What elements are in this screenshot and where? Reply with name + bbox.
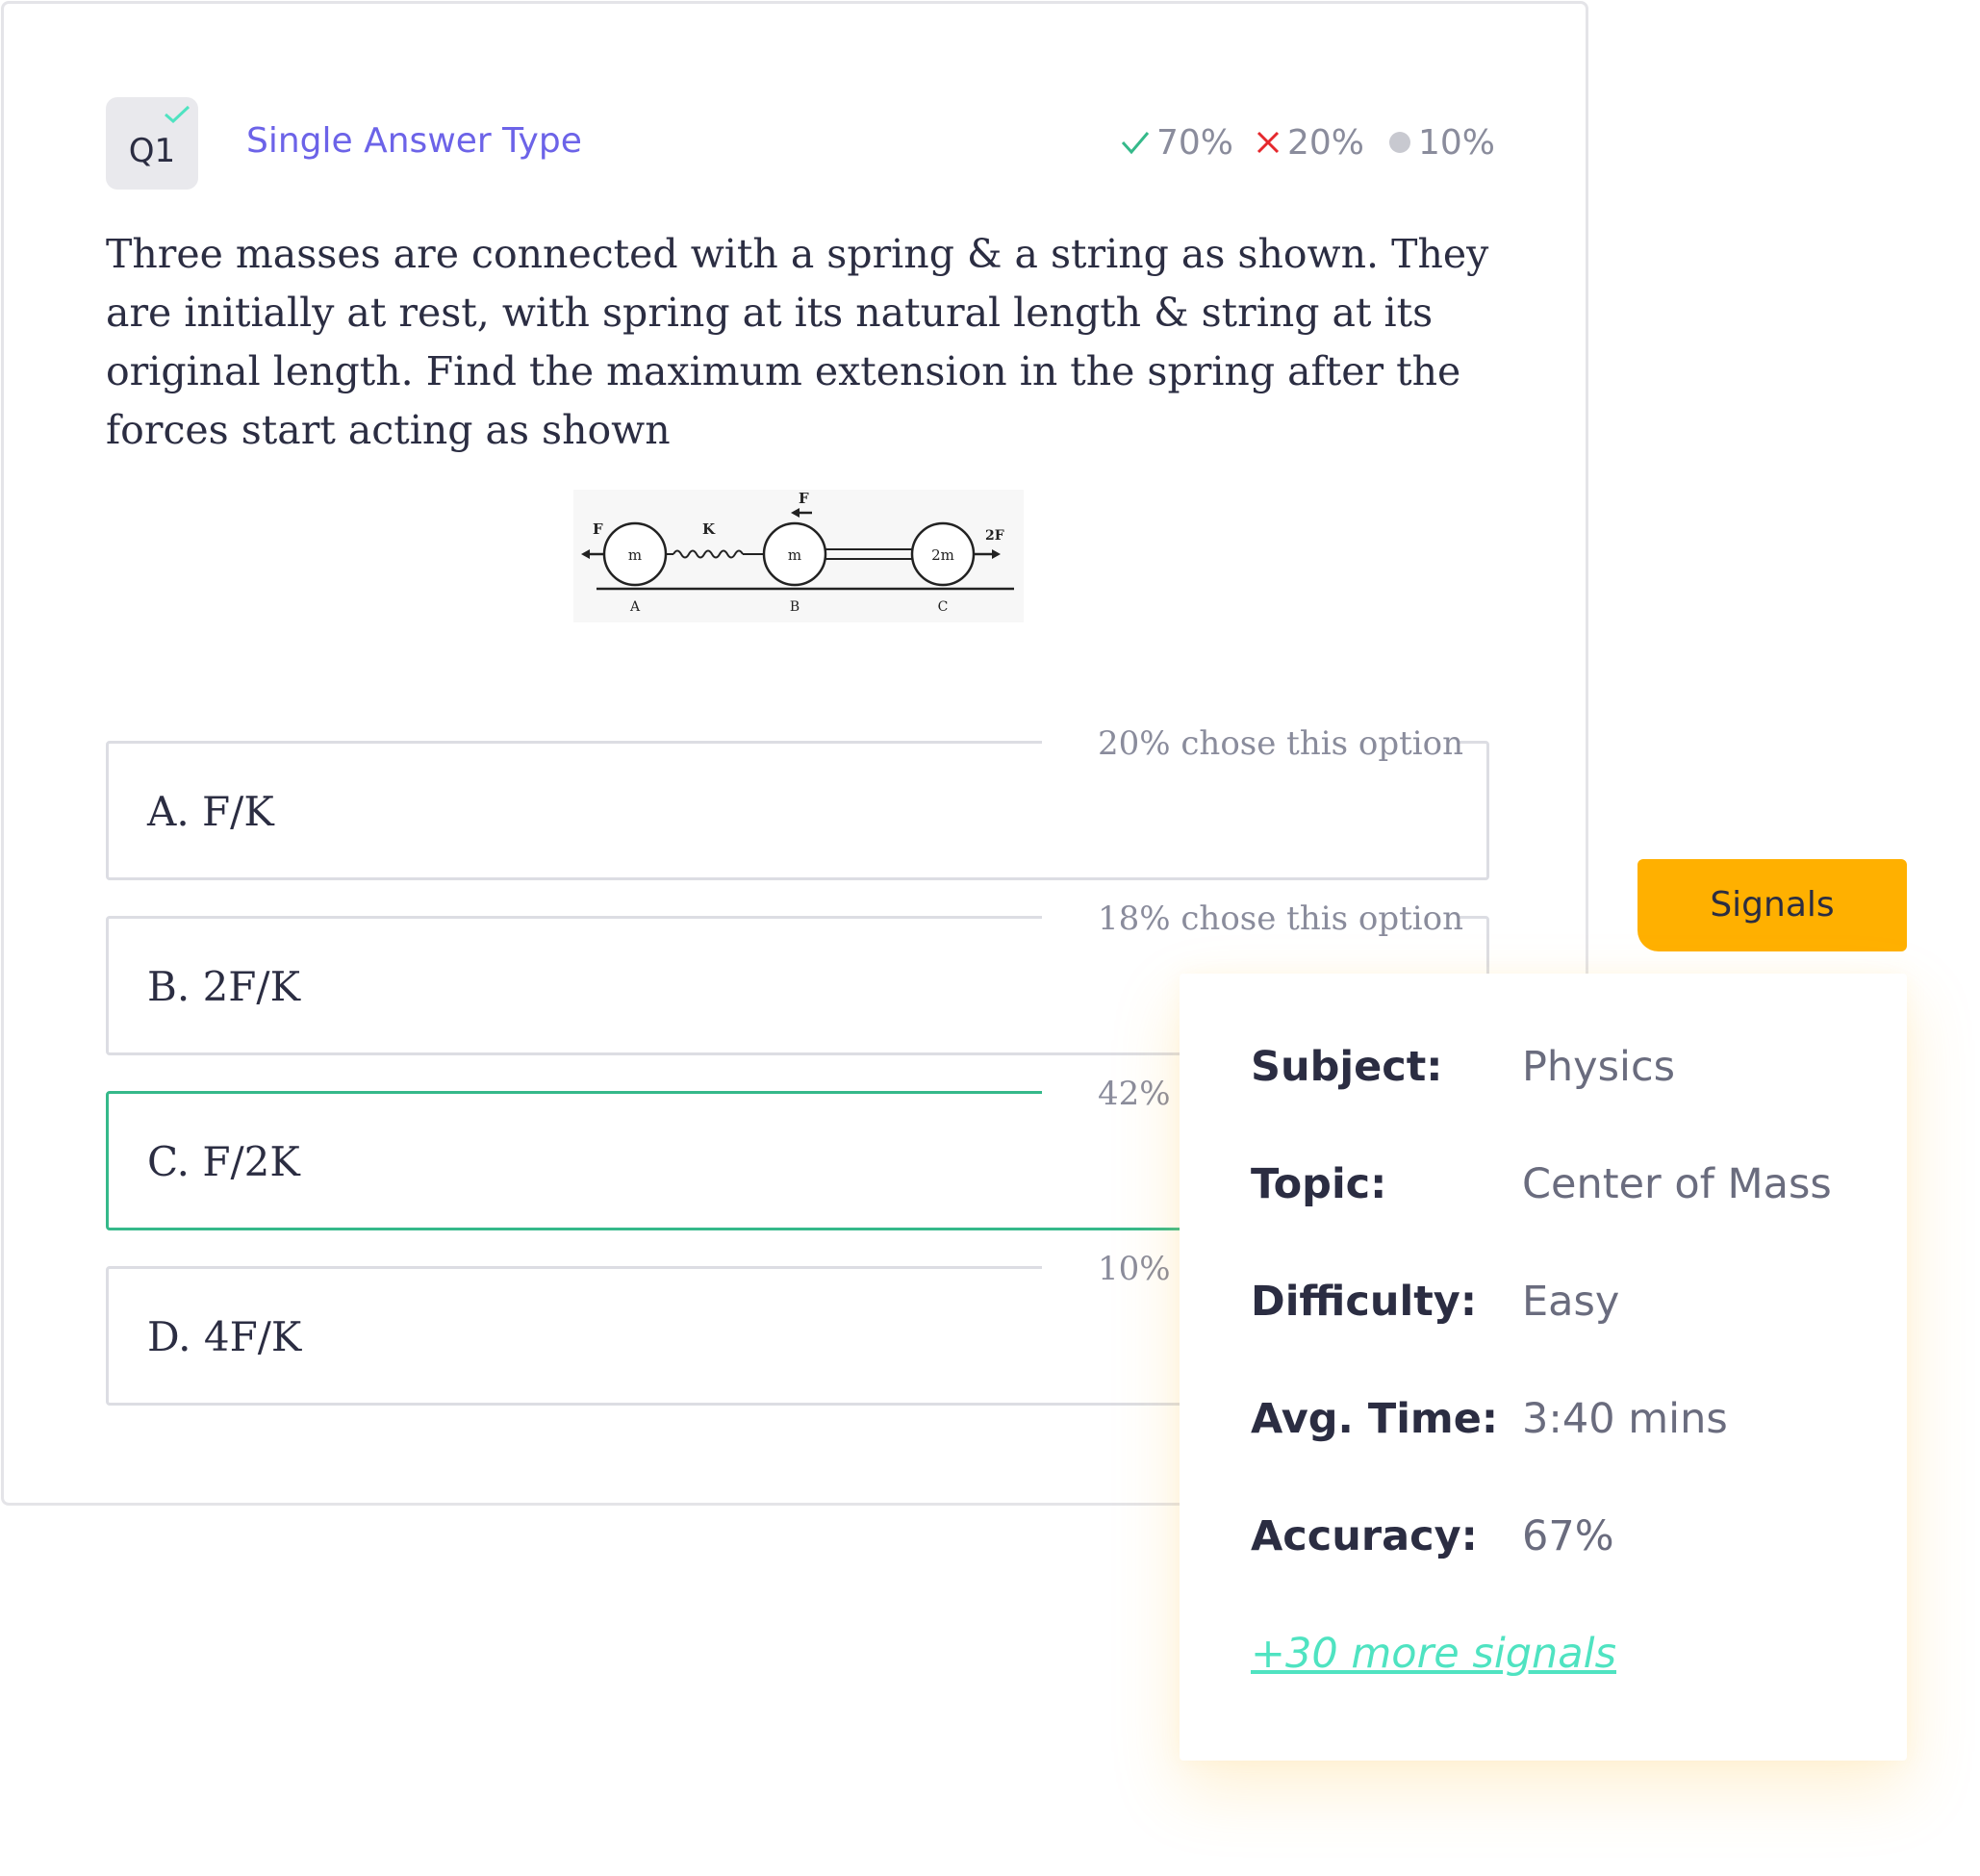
signal-value: Physics <box>1522 1043 1676 1091</box>
correct-stat: 70% <box>1120 119 1233 165</box>
signal-value: 3:40 mins <box>1522 1395 1728 1443</box>
diagram-label-a: A <box>629 599 641 615</box>
incorrect-stat: 20% <box>1255 119 1364 165</box>
physics-diagram: F F 2F K m m 2m A B C <box>573 490 1024 622</box>
incorrect-percent: 20% <box>1287 122 1365 163</box>
signals-tab[interactable]: Signals <box>1637 859 1907 951</box>
option-a[interactable]: A. F/K 20% chose this option <box>106 723 1489 880</box>
signals-panel: Subject: Physics Topic: Center of Mass D… <box>1180 974 1907 1761</box>
signal-value: Center of Mass <box>1522 1160 1832 1208</box>
diagram-mass-b: m <box>788 546 801 564</box>
signal-key: Subject: <box>1251 1043 1443 1091</box>
cross-icon <box>1257 131 1280 154</box>
question-number-badge[interactable]: Q1 <box>106 97 198 190</box>
option-share: 20% chose this option <box>1098 724 1463 763</box>
dot-icon <box>1389 132 1410 153</box>
signal-row-avg-time: Avg. Time: 3:40 mins <box>1251 1395 1905 1453</box>
question-number: Q1 <box>128 132 176 170</box>
signal-value: Easy <box>1522 1278 1620 1326</box>
more-signals-link[interactable]: +30 more signals <box>1251 1630 1616 1678</box>
diagram-label-c: C <box>938 599 949 615</box>
diagram-mass-c: 2m <box>931 546 954 564</box>
signal-key: Avg. Time: <box>1251 1395 1499 1443</box>
option-label: C. F/2K <box>147 1138 300 1185</box>
signal-key: Difficulty: <box>1251 1278 1478 1326</box>
option-label: D. 4F/K <box>147 1313 302 1360</box>
correct-percent: 70% <box>1156 122 1234 163</box>
signal-key: Accuracy: <box>1251 1512 1478 1560</box>
skipped-percent: 10% <box>1418 122 1496 163</box>
diagram-force-left-label: F <box>593 520 603 538</box>
signal-row-topic: Topic: Center of Mass <box>1251 1160 1905 1218</box>
diagram-spring-label: K <box>702 520 716 538</box>
option-label: A. F/K <box>147 788 274 835</box>
check-icon <box>1121 132 1150 155</box>
check-icon <box>165 105 190 124</box>
question-text: Three masses are connected with a spring… <box>106 231 1489 453</box>
diagram-force-top-label: F <box>799 490 809 507</box>
skipped-stat: 10% <box>1387 119 1495 165</box>
signal-row-subject: Subject: Physics <box>1251 1043 1905 1101</box>
question-type: Single Answer Type <box>246 121 582 161</box>
signal-value: 67% <box>1522 1512 1614 1560</box>
signal-row-accuracy: Accuracy: 67% <box>1251 1512 1905 1570</box>
signal-row-difficulty: Difficulty: Easy <box>1251 1278 1905 1335</box>
signal-key: Topic: <box>1251 1160 1387 1208</box>
diagram-mass-a: m <box>628 546 642 564</box>
option-share: 18% chose this option <box>1098 900 1463 938</box>
diagram-force-right-label: 2F <box>985 528 1004 544</box>
option-label: B. 2F/K <box>147 963 300 1010</box>
diagram-label-b: B <box>790 599 800 615</box>
